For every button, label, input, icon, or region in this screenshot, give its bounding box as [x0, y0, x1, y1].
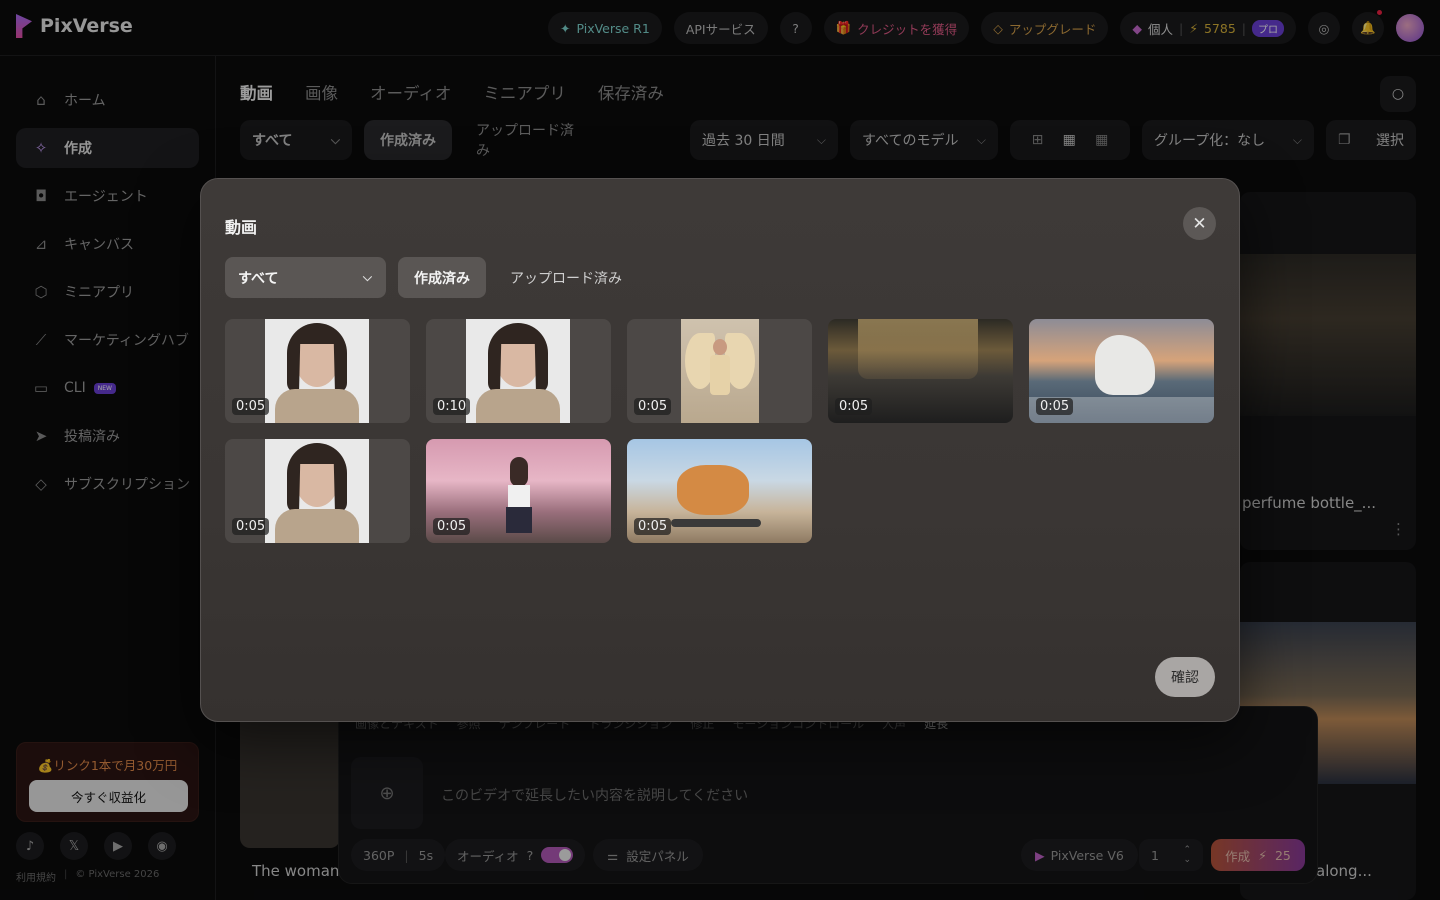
video-duration: 0:05: [433, 518, 471, 535]
video-thumbnail-card[interactable]: 0:05: [426, 439, 611, 543]
horse-image: [1095, 335, 1155, 395]
chevron-down-icon: ⌵: [362, 270, 372, 284]
video-duration: 0:05: [1036, 398, 1074, 415]
angel-image: [681, 319, 759, 423]
portrait-image: [265, 319, 369, 423]
close-icon: ✕: [1192, 213, 1207, 234]
close-button[interactable]: ✕: [1183, 207, 1216, 240]
video-duration: 0:05: [634, 518, 672, 535]
modal-type-dropdown[interactable]: すべて ⌵: [225, 257, 386, 298]
video-duration: 0:05: [634, 398, 672, 415]
corgi-image: [677, 465, 749, 515]
video-thumbnail-card[interactable]: 0:05: [225, 439, 410, 543]
video-duration: 0:05: [232, 518, 270, 535]
portrait-image: [265, 439, 369, 543]
video-thumbnail-card[interactable]: 0:05: [828, 319, 1013, 423]
modal-tab-uploaded[interactable]: アップロード済み: [510, 257, 622, 298]
video-duration: 0:10: [433, 398, 471, 415]
sakura-girl-image: [506, 457, 532, 543]
video-duration: 0:05: [835, 398, 873, 415]
modal-type-dropdown-value: すべて: [238, 270, 279, 287]
video-thumbnail-card[interactable]: 0:05: [225, 319, 410, 423]
video-thumbnail-card[interactable]: 0:05: [627, 439, 812, 543]
confirm-button[interactable]: 確認: [1155, 657, 1215, 697]
modal-title: 動画: [225, 218, 258, 237]
portrait-image: [466, 319, 570, 423]
video-thumbnail-card[interactable]: 0:05: [1029, 319, 1214, 423]
video-thumbnail-card[interactable]: 0:10: [426, 319, 611, 423]
video-thumbnail-card[interactable]: 0:05: [627, 319, 812, 423]
video-picker-modal: 動画 ✕ すべて ⌵ 作成済み アップロード済み 0:05 0:10 0:05: [200, 178, 1240, 722]
video-duration: 0:05: [232, 398, 270, 415]
perfume-image: [858, 319, 978, 379]
modal-tab-created[interactable]: 作成済み: [398, 257, 486, 298]
